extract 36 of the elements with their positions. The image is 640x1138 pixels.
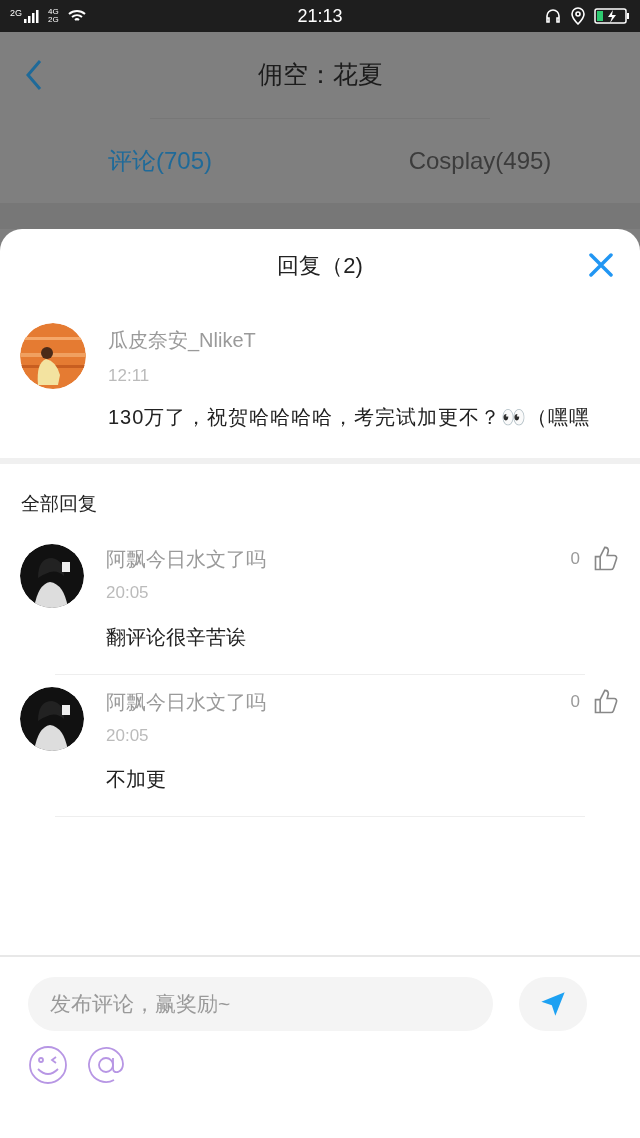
network-label: 2G [10, 9, 22, 18]
page-title: 佣空：花夏 [257, 59, 383, 91]
network-label: 4G [48, 8, 59, 16]
tab[interactable]: Cosplay(495) [408, 143, 552, 179]
mention-icon[interactable] [86, 1045, 126, 1085]
reply-author: 阿飘今日水文了吗 [106, 547, 267, 572]
comment-time: 12:11 [108, 365, 151, 387]
send-icon [539, 990, 567, 1018]
avatar [20, 686, 84, 751]
headset-icon [544, 7, 562, 25]
comment-text: 130万了，祝贺哈哈哈哈，考完试加更不？👀（嘿嘿 [108, 404, 592, 430]
sheet-title: 回复（2) [277, 251, 363, 280]
emoji-icon[interactable] [28, 1045, 68, 1085]
avatar [20, 544, 84, 608]
thumbs-up-icon[interactable] [592, 687, 620, 716]
clock: 21:13 [296, 4, 344, 28]
thumbs-up-icon[interactable] [592, 545, 620, 573]
like-count: 0 [570, 548, 580, 571]
like-count: 0 [570, 690, 580, 713]
reply-time: 20:05 [106, 582, 150, 604]
reply-time: 20:05 [106, 724, 150, 747]
comment-input[interactable]: 发布评论，赢奖励~ [28, 977, 493, 1031]
comment-author: 瓜皮奈安_NlikeT [108, 328, 257, 354]
network-label: 2G [48, 16, 59, 24]
section-heading: 全部回复 [20, 491, 98, 516]
avatar [20, 323, 86, 389]
location-icon [570, 7, 586, 25]
tab[interactable]: 评论(705) [108, 143, 212, 179]
battery-icon [594, 7, 630, 25]
reply-text: 不加更 [106, 767, 167, 792]
back-icon[interactable] [24, 59, 44, 91]
reply-text: 翻评论很辛苦诶 [106, 624, 247, 650]
reply-author: 阿飘今日水文了吗 [106, 689, 267, 715]
signal-icon [24, 9, 40, 23]
close-icon[interactable] [588, 252, 614, 278]
wifi-icon [66, 8, 87, 24]
